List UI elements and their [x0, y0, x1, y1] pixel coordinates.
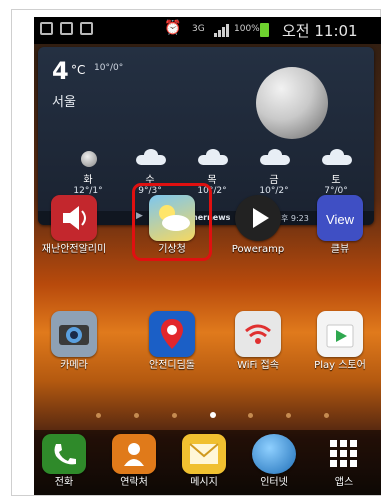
app-play-store[interactable]: Play 스토어 — [302, 311, 378, 372]
play-icon — [235, 195, 281, 241]
forecast-day: 화 12°/1° — [60, 151, 116, 196]
message-icon — [182, 434, 226, 474]
camera-icon — [51, 311, 97, 357]
app-disaster-alert[interactable]: 재난안전알리미 — [36, 195, 112, 256]
alarm-icon: ⏰ — [164, 20, 182, 36]
status-bar: ⏰ 3G 100% 오전 11:01 — [34, 17, 381, 44]
battery-icon — [260, 23, 269, 37]
forecast-day-label: 토 — [331, 175, 341, 186]
page-indicator — [34, 411, 381, 421]
speaker-icon — [51, 195, 97, 241]
svg-text:View: View — [326, 212, 355, 227]
battery-percent: 100% — [234, 24, 260, 34]
page-dot[interactable] — [248, 413, 253, 418]
forecast-day-label: 화 — [83, 175, 93, 186]
network-type: 3G — [192, 24, 205, 34]
dock-apps[interactable]: 앱스 — [306, 434, 381, 489]
moon-icon — [256, 67, 328, 139]
page-dot[interactable] — [96, 413, 101, 418]
play-store-icon — [317, 311, 363, 357]
wifi-icon — [235, 311, 281, 357]
app-label: 재난안전알리미 — [41, 244, 107, 255]
app-label: 메시지 — [190, 477, 218, 488]
app-label: 연락처 — [120, 477, 148, 488]
forecast-day-label: 금 — [269, 175, 279, 186]
app-wifi-connect[interactable]: WiFi 접속 — [220, 311, 296, 372]
map-pin-icon — [149, 311, 195, 357]
app-label: WiFi 접속 — [237, 360, 279, 371]
selection-highlight — [132, 183, 212, 261]
dock-internet[interactable]: 인터넷 — [236, 434, 312, 489]
app-label: 전화 — [54, 477, 74, 488]
moon-icon — [81, 151, 97, 167]
app-label: 인터넷 — [260, 477, 288, 488]
cloud-icon — [198, 149, 228, 165]
app-cloudview[interactable]: View 클뷰 — [302, 195, 378, 256]
cloud-icon — [260, 149, 290, 165]
apps-grid-icon — [322, 434, 366, 474]
cloud-icon — [322, 149, 352, 165]
view-icon: View — [317, 195, 363, 241]
page-dot[interactable] — [286, 413, 291, 418]
phone-screen: ⏰ 3G 100% 오전 11:01 4 °C 10°/0° 서울 화 12°/… — [34, 17, 381, 495]
globe-icon — [252, 434, 296, 474]
signal-icon — [214, 24, 229, 37]
phone-icon — [42, 434, 86, 474]
forecast-day: 토 7°/0° — [308, 149, 364, 196]
app-label: 클뷰 — [330, 244, 350, 255]
temp-unit: °C — [71, 63, 86, 77]
forecast-day: 금 10°/2° — [246, 149, 302, 196]
app-label: 카메라 — [60, 360, 88, 371]
app-safety-stepping-stone[interactable]: 안전디딤돌 — [134, 311, 210, 372]
gallery-icon — [60, 22, 73, 35]
page-dot[interactable] — [172, 413, 177, 418]
page-dot[interactable] — [324, 413, 329, 418]
dock-phone[interactable]: 전화 — [34, 434, 102, 489]
page-dot-active[interactable] — [210, 412, 216, 418]
dock: 전화 연락처 메시지 인터넷 앱스 — [34, 430, 381, 495]
dock-messages[interactable]: 메시지 — [166, 434, 242, 489]
cloud-icon — [136, 149, 166, 165]
mail-icon — [40, 22, 53, 35]
app-label: Poweramp — [231, 244, 285, 255]
check-icon — [80, 22, 93, 35]
app-label: Play 스토어 — [314, 360, 366, 371]
app-label: 앱스 — [334, 477, 354, 488]
current-temp: 4 — [52, 57, 69, 85]
contacts-icon — [112, 434, 156, 474]
city-name: 서울 — [52, 95, 76, 110]
temp-range: 10°/0° — [94, 63, 124, 73]
app-poweramp[interactable]: Poweramp — [220, 195, 296, 256]
app-camera[interactable]: 카메라 — [36, 311, 112, 372]
dock-contacts[interactable]: 연락처 — [96, 434, 172, 489]
app-label: 안전디딤돌 — [149, 360, 195, 371]
page-dot[interactable] — [134, 413, 139, 418]
clock: 오전 11:01 — [282, 22, 358, 40]
